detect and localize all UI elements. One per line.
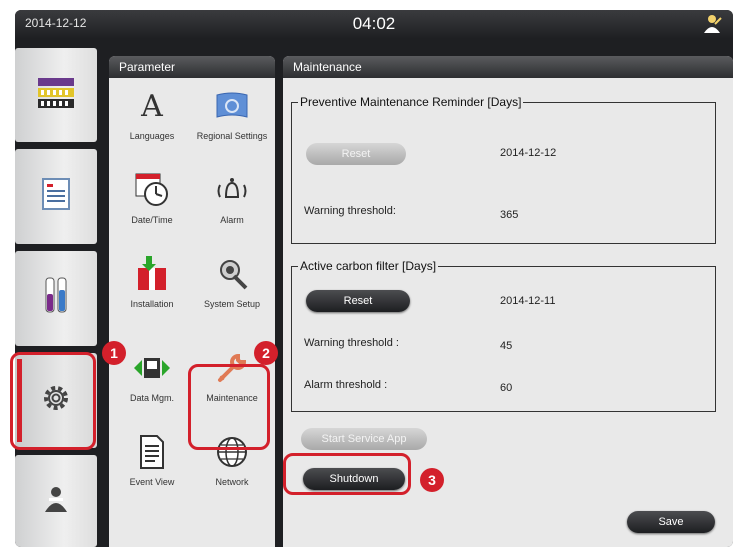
user-icon[interactable] [701,13,723,35]
carbon-alarm-value: 60 [500,382,513,394]
rack-icon [36,76,76,115]
param-regional-settings[interactable]: Regional Settings [192,84,272,142]
param-system-setup[interactable]: System Setup [192,252,272,310]
preventive-maintenance-group: Preventive Maintenance Reminder [Days] R… [291,95,716,244]
param-label: Date/Time [131,215,173,225]
parameter-panel: Parameter A Languages Regional Settings [109,56,275,547]
highlight-maintenance [188,364,270,450]
preventive-warning-label: Warning threshold: [304,205,396,217]
parameter-title: Parameter [109,56,275,78]
sidebar-item-list[interactable] [15,149,97,244]
globe-flag-icon [210,84,254,128]
sidebar-item-user[interactable] [15,455,97,547]
param-event-view[interactable]: Event View [112,430,192,488]
save-button[interactable]: Save [627,511,715,533]
carbon-alarm-label: Alarm threshold : [304,379,388,391]
param-label: Data Mgm. [129,393,174,403]
param-label: Event View [129,477,175,487]
carbon-date: 2014-12-11 [500,295,556,307]
param-installation[interactable]: Installation [112,252,192,310]
user-icon [39,484,73,519]
start-service-app-button[interactable]: Start Service App [301,428,427,450]
carbon-warning-value: 45 [500,340,513,352]
sidebar [15,48,97,547]
carbon-legend: Active carbon filter [Days] [298,259,439,273]
letter-a-icon: A [141,88,163,124]
reagent-tubes-icon [42,276,70,321]
param-label: Installation [130,299,174,309]
param-label: Languages [129,131,175,141]
carbon-filter-group: Active carbon filter [Days] Reset 2014-1… [291,259,716,412]
preventive-warning-value: 365 [500,209,519,221]
carbon-warning-label: Warning threshold : [304,337,399,349]
sidebar-item-racks[interactable] [15,48,97,142]
installation-icon [130,252,174,296]
highlight-settings [10,352,96,450]
callout-badge-3: 3 [420,468,444,492]
preventive-legend: Preventive Maintenance Reminder [Days] [298,95,524,109]
param-languages[interactable]: A Languages [112,84,192,142]
list-icon [41,177,71,216]
bell-icon [210,168,254,212]
param-label: Regional Settings [196,131,268,141]
highlight-shutdown [283,453,411,495]
maintenance-title: Maintenance [283,56,733,78]
satellite-icon [210,252,254,296]
param-date-time[interactable]: Date/Time [112,168,192,226]
preventive-date: 2014-12-12 [500,147,557,159]
sidebar-item-reagents[interactable] [15,251,97,346]
callout-badge-1: 1 [102,341,126,365]
preventive-reset-button[interactable]: Reset [306,143,406,165]
document-icon [130,430,174,474]
carbon-reset-button[interactable]: Reset [306,290,410,312]
param-alarm[interactable]: Alarm [192,168,272,226]
callout-badge-2: 2 [254,341,278,365]
data-transfer-icon [130,346,174,390]
param-label: System Setup [203,299,261,309]
param-label: Alarm [220,215,244,225]
clock-calendar-icon [130,168,174,212]
status-time: 04:02 [352,14,396,33]
status-bar: 2014-12-12 04:02 [15,10,733,38]
param-label: Network [215,477,249,487]
